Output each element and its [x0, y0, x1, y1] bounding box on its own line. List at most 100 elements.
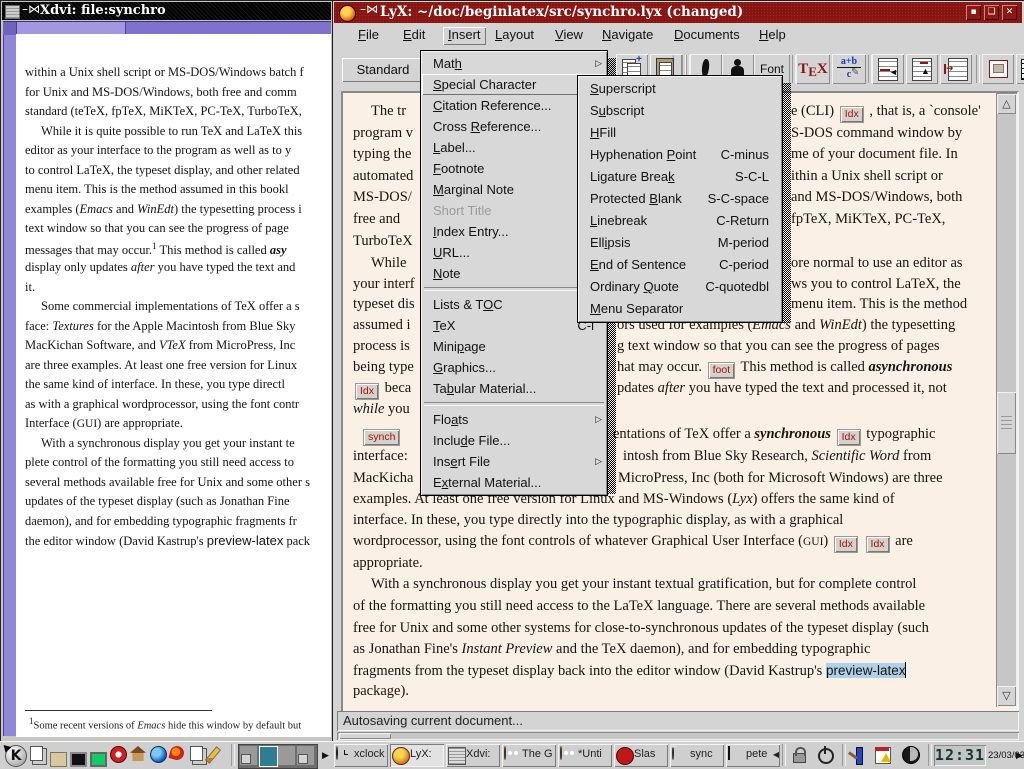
panel-end-arrow-icon[interactable]: ▶ — [1016, 751, 1023, 761]
change-depth-icon[interactable]: ➜ — [940, 54, 972, 84]
editor-pen-icon[interactable] — [210, 746, 228, 764]
taskbar-button-theg[interactable]: The G — [502, 744, 556, 767]
window-list-icon[interactable] — [30, 746, 48, 764]
taskbar-button-slas[interactable]: Slas — [614, 744, 668, 767]
taskbar-button-pete[interactable]: pete◀ — [726, 744, 780, 767]
menubar-item-edit[interactable]: Edit — [398, 27, 430, 45]
pager-desktop-3[interactable] — [278, 746, 295, 765]
scroll-up-icon[interactable]: △ — [997, 94, 1016, 114]
calendar-alarm-icon[interactable] — [874, 746, 892, 764]
menu-item-minipage[interactable]: Minipage — [422, 336, 606, 357]
inset-chip[interactable]: foot — [708, 362, 736, 379]
menu-item-graphics[interactable]: Graphics... — [422, 357, 606, 378]
menubar-item-layout[interactable]: Layout — [490, 27, 539, 45]
xdvi-text-line: within a Unix shell script or MS-DOS/Win… — [25, 65, 304, 80]
tex-mode-button[interactable]: TEX — [796, 54, 830, 84]
submenu-item-hfill[interactable]: HFill — [579, 122, 781, 144]
taskbar-button-unti[interactable]: *Unti — [558, 744, 612, 767]
xdvi-text-line: plete control of the formatting you stil… — [25, 455, 294, 470]
insert-table-icon[interactable] — [1016, 54, 1024, 84]
menu-item-external-material[interactable]: External Material... — [422, 472, 606, 493]
scrollbar-thumb[interactable] — [997, 392, 1016, 454]
inset-chip[interactable]: Idx — [355, 383, 379, 400]
pager-desktop-2[interactable] — [259, 746, 278, 767]
submenu-item-ligature-break[interactable]: Ligature BreakS-C-L — [579, 166, 781, 188]
menu-item-floats[interactable]: Floats▷ — [422, 409, 606, 430]
menu-item-include-file[interactable]: Include File... — [422, 430, 606, 451]
submenu-item-end-of-sentence[interactable]: End of SentenceC-period — [579, 254, 781, 276]
menubar-item-file[interactable]: File — [353, 27, 384, 45]
pager-desktop-4[interactable] — [297, 746, 314, 765]
home-icon[interactable] — [130, 746, 148, 764]
lock-icon[interactable] — [790, 746, 808, 764]
xdvi-text-line: menu item. This is the method assumed in… — [25, 182, 289, 197]
submenu-item-hyphenation-point[interactable]: Hyphenation PointC-minus — [579, 144, 781, 166]
inset-chip[interactable]: synch — [363, 429, 400, 446]
menu-shadow — [783, 83, 791, 323]
submenu-item-protected-blank[interactable]: Protected BlankS-C-space — [579, 188, 781, 210]
k-menu-button[interactable]: K — [2, 744, 28, 767]
klipper-icon[interactable] — [848, 746, 866, 764]
taskbar-button-xclock[interactable]: xclock — [334, 744, 388, 767]
math-mode-icon[interactable]: a+b c ✎ — [832, 54, 866, 84]
scroll-down-icon[interactable]: ▽ — [997, 686, 1016, 706]
browser-globe-icon[interactable] — [150, 746, 168, 764]
menu-item-insert-file[interactable]: Insert File▷ — [422, 451, 606, 472]
submenu-item-menu-separator[interactable]: Menu Separator — [579, 298, 781, 320]
submenu-item-superscript[interactable]: Superscript — [579, 78, 781, 100]
overflow-arrow-icon: ◀ — [773, 750, 779, 759]
desktop-icon[interactable] — [50, 746, 68, 764]
window-pin-icon: –⋈ — [22, 2, 40, 16]
lyx-titlebar[interactable]: –⋈ LyX: ~/doc/beginlatex/src/synchro.lyx… — [334, 2, 1022, 23]
xdvi-titlebar[interactable]: –⋈ Xdvi: file:synchro — [2, 2, 331, 20]
moon-phase-icon[interactable] — [902, 746, 920, 764]
xdvi-text-line: updates of the typeset display (such as … — [25, 494, 290, 509]
digital-clock[interactable]: 12:31 — [934, 745, 986, 766]
submenu-arrow-icon: ▷ — [595, 409, 602, 430]
submenu-item-linebreak[interactable]: LinebreakC-Return — [579, 210, 781, 232]
insert-figure-icon[interactable] — [982, 54, 1014, 84]
power-logout-icon[interactable] — [816, 746, 834, 764]
pager-desktop-1[interactable] — [240, 746, 257, 765]
close-button[interactable]: ✕ — [1002, 5, 1017, 20]
menubar-item-view[interactable]: View — [550, 27, 588, 45]
desktop: { "colors":{"lyx_title":"#871511","selec… — [0, 0, 1024, 768]
lyx-hscroll-thumb[interactable] — [339, 733, 391, 739]
lyx-title-text: LyX: ~/doc/beginlatex/src/synchro.lyx (c… — [380, 2, 743, 23]
menubar-item-insert[interactable]: Insert — [443, 27, 486, 45]
help-icon[interactable] — [110, 746, 128, 764]
pager-window — [241, 754, 251, 764]
menubar-item-documents[interactable]: Documents — [669, 27, 745, 45]
maximize-button[interactable]: ❑ — [984, 5, 999, 20]
mail-icon[interactable] — [170, 746, 188, 764]
inset-chip[interactable]: Idx — [866, 536, 890, 553]
desktop-pager[interactable] — [238, 744, 318, 769]
submenu-item-ellipsis[interactable]: EllipsisM-period — [579, 232, 781, 254]
windows-icon[interactable] — [190, 746, 208, 764]
terminal-icon[interactable] — [70, 746, 88, 764]
insert-marginnote-icon[interactable]: ▲ — [906, 54, 938, 84]
document-line: as Jonathan Fine's Instant Preview and t… — [353, 641, 870, 658]
insert-footnote-icon[interactable]: ◄ — [872, 54, 904, 84]
menubar-item-help[interactable]: Help — [754, 27, 791, 45]
submenu-item-ordinary-quote[interactable]: Ordinary QuoteC-quotedbl — [579, 276, 781, 298]
taskbar-button-lyx[interactable]: LyX: — [390, 744, 444, 767]
document-line: being typehat may occur. foot This metho… — [353, 359, 414, 376]
konsole-icon[interactable] — [90, 746, 108, 764]
menubar-item-navigate[interactable]: Navigate — [597, 27, 658, 45]
xdvi-text-line: for Unix and MS-DOS/Windows, both free a… — [25, 85, 297, 100]
taskbar-button-xdvi[interactable]: Xdvi: — [446, 744, 500, 767]
panel-arrow-icon[interactable]: ▶ — [322, 751, 329, 761]
menu-item-tabular-material[interactable]: Tabular Material... — [422, 378, 606, 399]
document-line: interface:intosh from Blue Sky Research,… — [353, 448, 408, 465]
document-vertical-scrollbar[interactable]: △ ▽ — [996, 93, 1017, 707]
submenu-item-subscript[interactable]: Subscript — [579, 100, 781, 122]
inset-chip[interactable]: Idx — [840, 106, 864, 123]
menu-item-math[interactable]: Math▷ — [422, 53, 606, 74]
inset-chip[interactable]: Idx — [837, 429, 861, 446]
lyx-horizontal-scrollbar[interactable] — [337, 732, 1019, 740]
iconify-button[interactable]: ▪ — [966, 5, 981, 20]
inset-chip[interactable]: Idx — [834, 536, 858, 553]
taskbar-button-sync[interactable]: sync — [670, 744, 724, 767]
paragraph-style-combo[interactable]: Standard — [342, 58, 424, 82]
